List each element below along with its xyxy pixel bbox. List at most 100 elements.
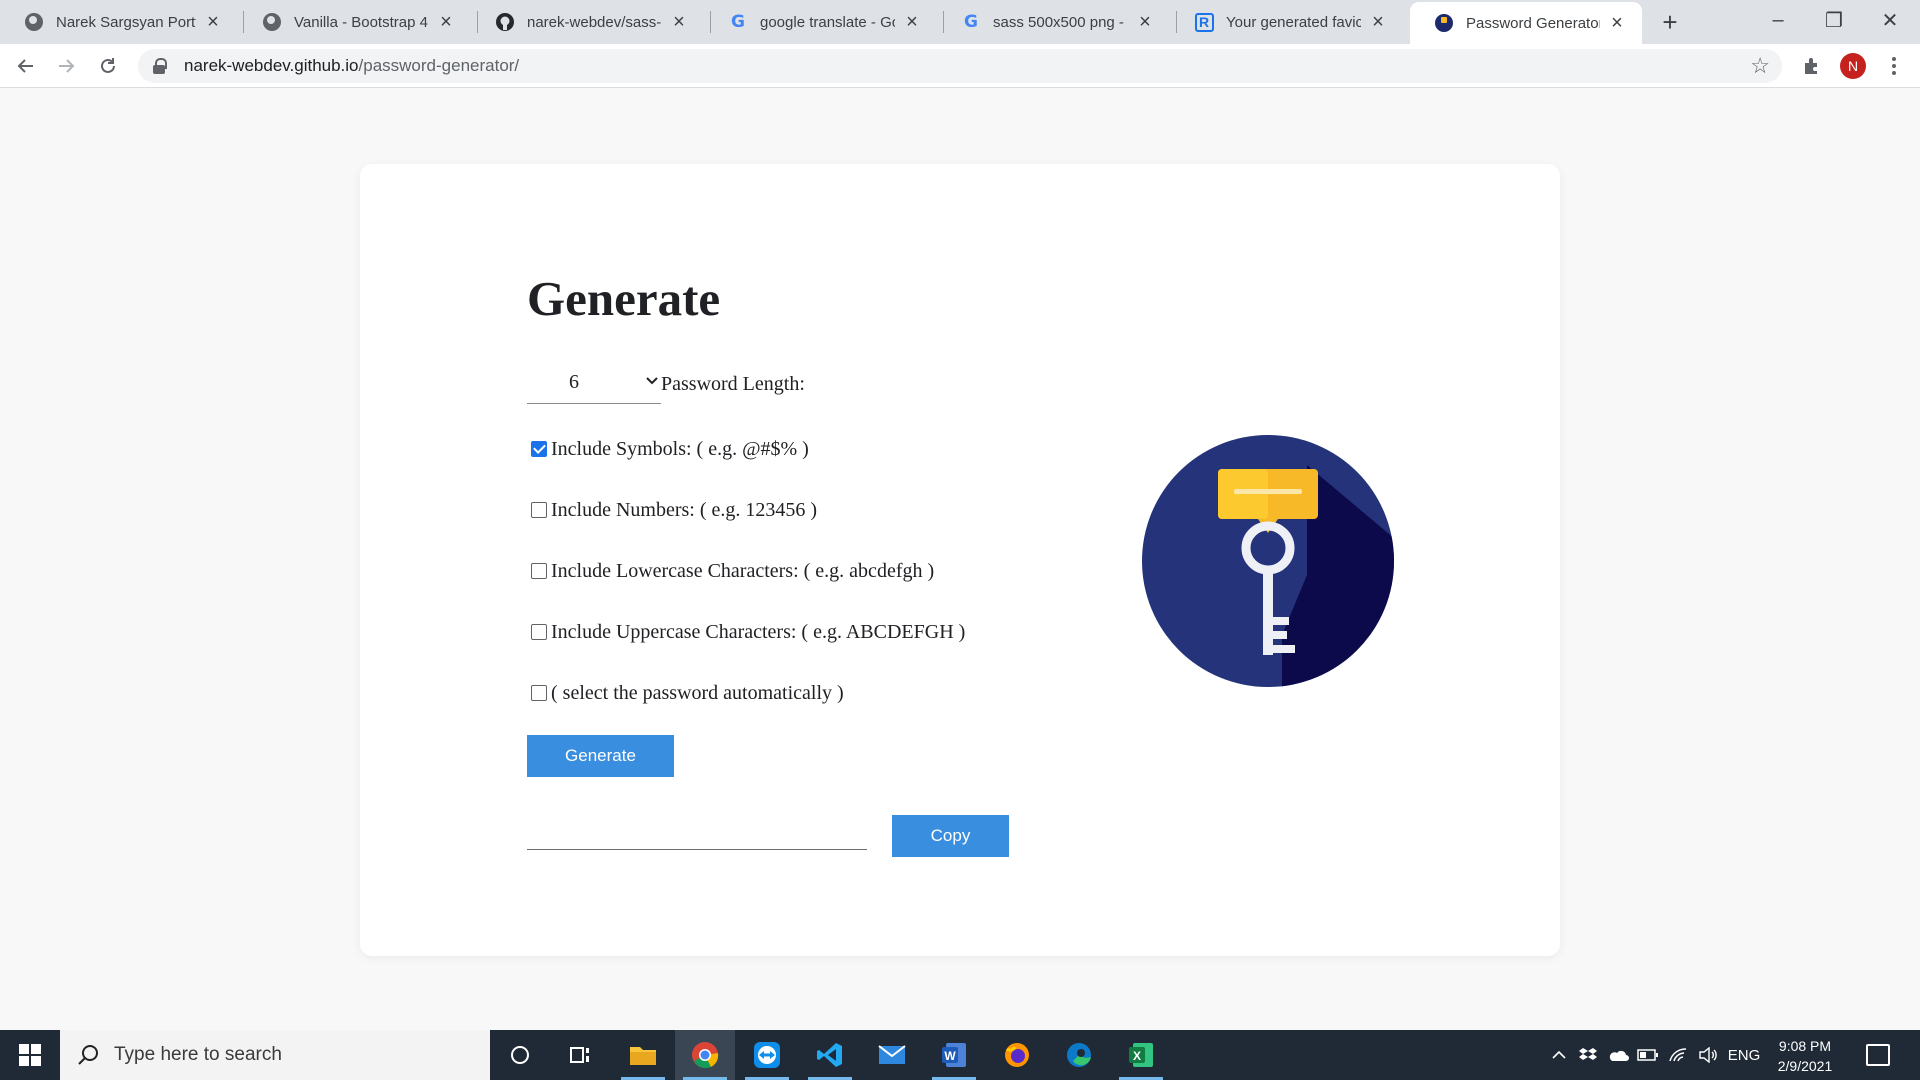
option-label: Include Symbols: ( e.g. @#$% ) (551, 437, 809, 460)
option-include-uppercase: Include Uppercase Characters: ( e.g. ABC… (531, 619, 965, 645)
option-include-numbers: Include Numbers: ( e.g. 123456 ) (531, 497, 817, 523)
arrow-right-icon (59, 59, 75, 73)
lock-icon[interactable] (152, 58, 167, 74)
reload-button[interactable] (92, 50, 124, 82)
key-icon (1434, 13, 1454, 33)
minimize-button[interactable]: – (1750, 0, 1806, 40)
tab-title: google translate - Google Search (760, 13, 895, 31)
tab-title: sass 500x500 png - Google Search (993, 13, 1128, 31)
key-illustration (1142, 435, 1394, 687)
option-auto-select: ( select the password automatically ) (531, 680, 844, 706)
tab-title: Your generated favicon (1226, 13, 1361, 31)
clock-date: 2/9/2021 (1777, 1058, 1833, 1074)
password-length-select[interactable]: 6 (527, 366, 661, 404)
tab-vanilla-bootstrap[interactable]: Vanilla - Bootstrap 4 Business Theme × (238, 0, 471, 44)
star-icon[interactable]: ☆ (1750, 53, 1770, 79)
password-length-label: Password Length: (661, 373, 805, 395)
option-label: Include Uppercase Characters: ( e.g. ABC… (551, 620, 966, 643)
mail-icon[interactable] (862, 1030, 922, 1080)
option-include-symbols: Include Symbols: ( e.g. @#$% ) (531, 436, 809, 462)
close-window-button[interactable]: ✕ (1862, 0, 1918, 40)
uppercase-checkbox[interactable] (531, 624, 547, 640)
windows-start-button[interactable] (0, 1030, 60, 1080)
url-path: /password-generator/ (358, 56, 520, 75)
new-tab-button[interactable]: + (1656, 7, 1684, 37)
tab-title: Password Generator (1466, 14, 1600, 32)
option-label: ( select the password automatically ) (551, 681, 844, 704)
close-icon[interactable]: × (1606, 12, 1628, 34)
option-label: Include Numbers: ( e.g. 123456 ) (551, 498, 818, 521)
tab-title: Narek Sargsyan Portfolio (56, 13, 196, 31)
edge-icon[interactable] (1049, 1030, 1109, 1080)
chevron-down-icon (646, 377, 658, 385)
tab-title: narek-webdev/sass-layout (527, 13, 662, 31)
close-icon[interactable]: × (1367, 11, 1389, 33)
auto-select-checkbox[interactable] (531, 685, 547, 701)
google-icon: G (964, 12, 978, 32)
taskbar-clock[interactable]: 9:08 PM 2/9/2021 (1760, 1036, 1850, 1076)
password-length-value: 6 (569, 371, 579, 393)
numbers-checkbox[interactable] (531, 502, 547, 518)
url-text: narek-webdev.github.io/password-generato… (184, 56, 519, 76)
option-include-lowercase: Include Lowercase Characters: ( e.g. abc… (531, 558, 934, 584)
lowercase-checkbox[interactable] (531, 563, 547, 579)
page-title: Generate (527, 271, 721, 326)
firefox-icon[interactable] (987, 1030, 1047, 1080)
cortana-icon[interactable] (490, 1030, 550, 1080)
copy-button[interactable]: Copy (892, 815, 1009, 857)
browser-toolbar: narek-webdev.github.io/password-generato… (0, 44, 1920, 88)
forward-button[interactable] (50, 50, 82, 82)
arrow-left-icon (17, 59, 33, 73)
globe-icon (262, 12, 282, 32)
tab-portfolio[interactable]: Narek Sargsyan Portfolio × (0, 0, 238, 44)
option-label: Include Lowercase Characters: ( e.g. abc… (551, 559, 935, 582)
excel-icon[interactable]: X (1111, 1030, 1171, 1080)
notification-icon[interactable] (1866, 1044, 1890, 1066)
language-indicator[interactable]: ENG (1724, 1030, 1764, 1080)
tab-sass-png[interactable]: G sass 500x500 png - Google Search × (937, 0, 1170, 44)
task-view-icon[interactable] (550, 1030, 610, 1080)
close-icon[interactable]: × (668, 11, 690, 33)
url-domain: narek-webdev.github.io (184, 56, 359, 75)
wifi-icon[interactable] (1666, 1030, 1690, 1080)
chevron-up-icon[interactable] (1548, 1030, 1570, 1080)
volume-icon[interactable] (1696, 1030, 1720, 1080)
address-bar[interactable]: narek-webdev.github.io/password-generato… (138, 49, 1782, 83)
symbols-checkbox[interactable] (531, 441, 547, 457)
search-icon (78, 1045, 98, 1065)
back-button[interactable] (10, 50, 42, 82)
close-icon[interactable]: × (435, 11, 457, 33)
teamviewer-icon[interactable] (737, 1030, 797, 1080)
extensions-icon[interactable] (1798, 52, 1826, 80)
github-icon (495, 12, 515, 32)
file-explorer-icon[interactable] (613, 1030, 673, 1080)
generate-button[interactable]: Generate (527, 735, 674, 777)
tab-title: Vanilla - Bootstrap 4 Business Theme (294, 13, 429, 31)
taskbar-search-box[interactable]: Type here to search (60, 1030, 490, 1080)
word-icon[interactable]: W (924, 1030, 984, 1080)
menu-kebab-icon[interactable] (1880, 52, 1908, 80)
windows-taskbar: Type here to search W X ENG 9:08 PM 2/9/… (0, 1030, 1920, 1080)
close-icon[interactable]: × (1134, 11, 1156, 33)
svg-text:W: W (944, 1049, 956, 1063)
realfavicon-icon: R (1194, 12, 1214, 32)
onedrive-icon[interactable] (1606, 1030, 1630, 1080)
google-icon: G (731, 12, 745, 32)
browser-tab-strip: Narek Sargsyan Portfolio × Vanilla - Boo… (0, 0, 1920, 44)
tab-github-sass-layout[interactable]: narek-webdev/sass-layout × (471, 0, 704, 44)
tab-password-generator[interactable]: Password Generator × (1410, 2, 1642, 44)
avatar: N (1840, 53, 1866, 79)
profile-avatar[interactable]: N (1839, 52, 1867, 80)
tab-generated-favicon[interactable]: R Your generated favicon × (1170, 0, 1403, 44)
globe-icon (24, 12, 44, 32)
windows-logo-icon (19, 1044, 41, 1066)
password-output-field[interactable] (527, 814, 867, 850)
restore-button[interactable]: ❐ (1806, 0, 1862, 40)
close-icon[interactable]: × (202, 11, 224, 33)
close-icon[interactable]: × (901, 11, 923, 33)
vscode-icon[interactable] (800, 1030, 860, 1080)
battery-icon[interactable] (1636, 1030, 1660, 1080)
chrome-icon[interactable] (675, 1030, 735, 1080)
dropbox-icon[interactable] (1576, 1030, 1600, 1080)
tab-google-translate[interactable]: G google translate - Google Search × (704, 0, 937, 44)
